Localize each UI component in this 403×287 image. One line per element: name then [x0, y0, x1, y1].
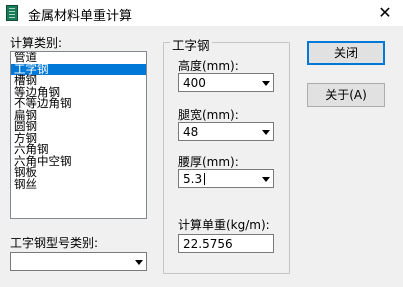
- height-select[interactable]: 400: [178, 73, 274, 92]
- height-label: 高度(mm):: [178, 59, 239, 73]
- app-icon: [6, 5, 18, 21]
- group-title: 工字钢: [170, 35, 212, 54]
- chevron-down-icon[interactable]: [135, 260, 143, 265]
- unit-weight-label: 计算单重(kg/m):: [178, 218, 270, 232]
- thickness-select[interactable]: 5.3: [178, 169, 274, 188]
- width-select[interactable]: 48: [178, 122, 274, 141]
- title-bar: 金属材料单重计算 ✕: [0, 0, 403, 26]
- type-select[interactable]: [10, 252, 147, 271]
- close-icon[interactable]: ✕: [374, 2, 396, 24]
- width-label: 腿宽(mm):: [178, 108, 239, 122]
- thickness-label: 腰厚(mm):: [178, 155, 239, 169]
- chevron-down-icon[interactable]: [262, 130, 270, 135]
- category-listbox[interactable]: 管道 工字钢 槽钢 等边角钢 不等边角钢 扁钢 圆钢 方钢 六角钢 六角中空钢 钢板 钢丝: [10, 51, 147, 219]
- text-caret: [204, 173, 205, 185]
- type-label: 工字钢型号类别:: [10, 236, 99, 250]
- width-select-value: 48: [183, 125, 199, 139]
- chevron-down-icon[interactable]: [262, 177, 270, 182]
- chevron-down-icon[interactable]: [262, 81, 270, 86]
- category-label: 计算类别:: [10, 36, 63, 50]
- unit-weight-value: 22.5756: [183, 237, 233, 251]
- unit-weight-field[interactable]: 22.5756: [178, 234, 274, 253]
- close-button[interactable]: 关闭: [307, 41, 385, 65]
- thickness-select-value: 5.3: [183, 172, 203, 186]
- category-item[interactable]: 钢丝: [11, 178, 146, 191]
- about-button[interactable]: 关于(A): [307, 83, 385, 107]
- height-select-value: 400: [183, 76, 206, 90]
- window-title: 金属材料单重计算: [28, 9, 133, 24]
